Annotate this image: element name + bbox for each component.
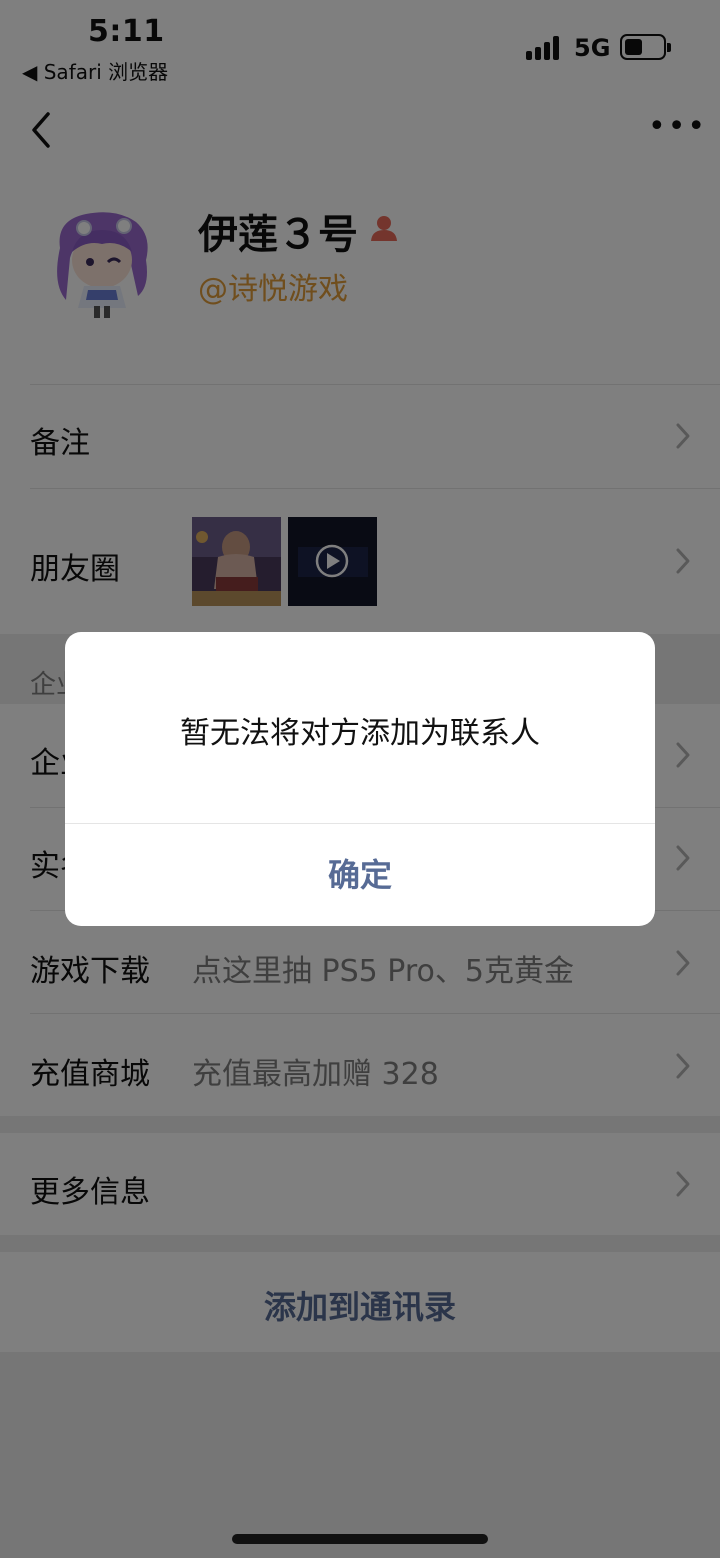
alert-dialog: 暂无法将对方添加为联系人 确定	[65, 632, 655, 926]
home-indicator[interactable]	[232, 1534, 488, 1544]
dialog-message: 暂无法将对方添加为联系人	[180, 716, 540, 751]
dialog-confirm-button[interactable]: 确定	[65, 824, 655, 926]
